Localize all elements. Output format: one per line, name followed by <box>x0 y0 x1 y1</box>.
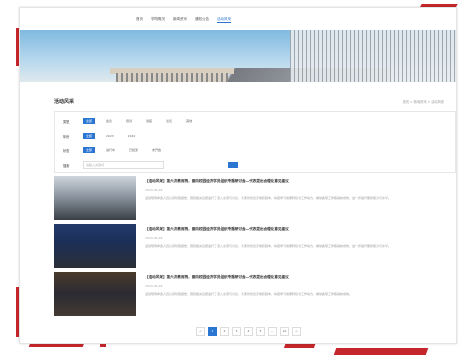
filter-label: 类型 <box>63 119 70 124</box>
item-desc: 活动现场参会人员认真听取报告，围绕相关议题进行了深入交流与讨论，大家纷纷表示收获… <box>145 244 392 248</box>
filter-chip[interactable]: 全部 <box>83 147 96 153</box>
breadcrumb[interactable]: 首页 > 新闻资讯 > 活动风采 <box>403 99 444 104</box>
item-title[interactable]: 【活动风采】第六次教育院，面向校园经济学员组织专题研讨会—代表提出合理化意见建议 <box>145 179 289 184</box>
filter-panel: 类型 全部 会议 培训 讲座 论坛 其他 年份 全部 2023 2022 状态 全部 进行中 已结束 未开… <box>54 111 456 173</box>
filter-label: 年份 <box>63 134 70 139</box>
filter-chip[interactable]: 培训 <box>123 118 135 124</box>
filter-chip[interactable]: 全部 <box>83 133 96 139</box>
content-card: 首页 学院概况 新闻资讯 通知公告 活动风采 活动风采 首页 > 新闻资讯 > 活动风采… <box>19 7 457 344</box>
frame-line-bottom <box>100 344 106 347</box>
building-stripes <box>290 30 456 82</box>
item-thumbnail[interactable] <box>54 224 136 268</box>
item-thumbnail[interactable] <box>54 176 136 220</box>
page-button[interactable]: ... <box>268 327 277 336</box>
top-nav: 首页 学院概况 新闻资讯 通知公告 活动风采 <box>20 8 456 30</box>
search-label: 搜索 <box>63 163 70 168</box>
search-input[interactable]: 请输入关键词 <box>83 161 164 169</box>
filter-row-year: 年份 全部 2023 2022 <box>63 133 138 139</box>
filter-row-status: 状态 全部 进行中 已结束 未开始 <box>63 147 164 153</box>
page-button[interactable]: 1 <box>208 327 217 336</box>
item-date: 2023-04-26 <box>145 284 163 288</box>
filter-row-type: 类型 全部 会议 培训 讲座 论坛 其他 <box>63 118 195 124</box>
item-title[interactable]: 【活动风采】第六次教育院，面向校园经济学员组织专题研讨会—代表提出合理化意见建议 <box>145 227 289 232</box>
nav-items: 首页 学院概况 新闻资讯 通知公告 活动风采 <box>136 17 231 23</box>
filter-chip[interactable]: 2023 <box>103 133 117 139</box>
nav-item[interactable]: 活动风采 <box>217 17 231 23</box>
item-desc: 活动现场参会人员认真听取报告，围绕相关议题进行了深入交流与讨论，大家纷纷表示收获… <box>145 292 353 296</box>
list-item[interactable]: 【活动风采】第六次教育院，面向校园经济学员组织专题研讨会—代表提出合理化意见建议… <box>54 176 454 220</box>
item-thumbnail[interactable] <box>54 272 136 316</box>
list-item[interactable]: 【活动风采】第六次教育院，面向校园经济学员组织专题研讨会—代表提出合理化意见建议… <box>54 272 454 316</box>
page-button[interactable]: 5 <box>256 327 265 336</box>
nav-item[interactable]: 首页 <box>136 17 143 23</box>
banner <box>20 30 456 82</box>
filter-chip[interactable]: 进行中 <box>103 147 118 153</box>
nav-item[interactable]: 通知公告 <box>195 17 209 23</box>
building-colonnade <box>116 73 228 82</box>
search-button[interactable] <box>228 162 238 168</box>
page-button[interactable]: 4 <box>244 327 253 336</box>
filter-chip[interactable]: 已结束 <box>126 147 141 153</box>
page-button[interactable]: > <box>292 327 301 336</box>
filter-chip[interactable]: 未开始 <box>149 147 164 153</box>
pagination: <1 2 3 4 5... 10 > <box>196 327 301 336</box>
page-button[interactable]: 10 <box>280 327 289 336</box>
nav-item[interactable]: 学院概况 <box>151 17 165 23</box>
list-item[interactable]: 【活动风采】第六次教育院，面向校园经济学员组织专题研讨会—代表提出合理化意见建议… <box>54 224 454 268</box>
filter-chip[interactable]: 全部 <box>83 118 96 124</box>
item-desc: 活动现场参会人员认真听取报告，围绕相关议题进行了深入交流与讨论，大家纷纷表示收获… <box>145 196 392 200</box>
nav-item[interactable]: 新闻资讯 <box>173 17 187 23</box>
filter-chip[interactable]: 会议 <box>103 118 115 124</box>
filter-chip[interactable]: 论坛 <box>163 118 175 124</box>
filter-label: 状态 <box>63 148 70 153</box>
page-button[interactable]: 3 <box>232 327 241 336</box>
frame-tab-bottom-right <box>333 348 429 355</box>
item-date: 2023-04-26 <box>145 236 163 240</box>
page-button[interactable]: < <box>196 327 205 336</box>
item-title[interactable]: 【活动风采】第六次教育院，面向校园经济学员组织专题研讨会—代表提出合理化意见建议 <box>145 275 289 280</box>
search-row: 搜索 请输入关键词 <box>63 161 238 169</box>
item-date: 2023-04-26 <box>145 188 163 192</box>
filter-chip[interactable]: 讲座 <box>143 118 155 124</box>
filter-chip[interactable]: 其他 <box>183 118 195 124</box>
page-title: 活动风采 <box>54 99 75 105</box>
page-button[interactable]: 2 <box>220 327 229 336</box>
filter-chip[interactable]: 2022 <box>125 133 139 139</box>
